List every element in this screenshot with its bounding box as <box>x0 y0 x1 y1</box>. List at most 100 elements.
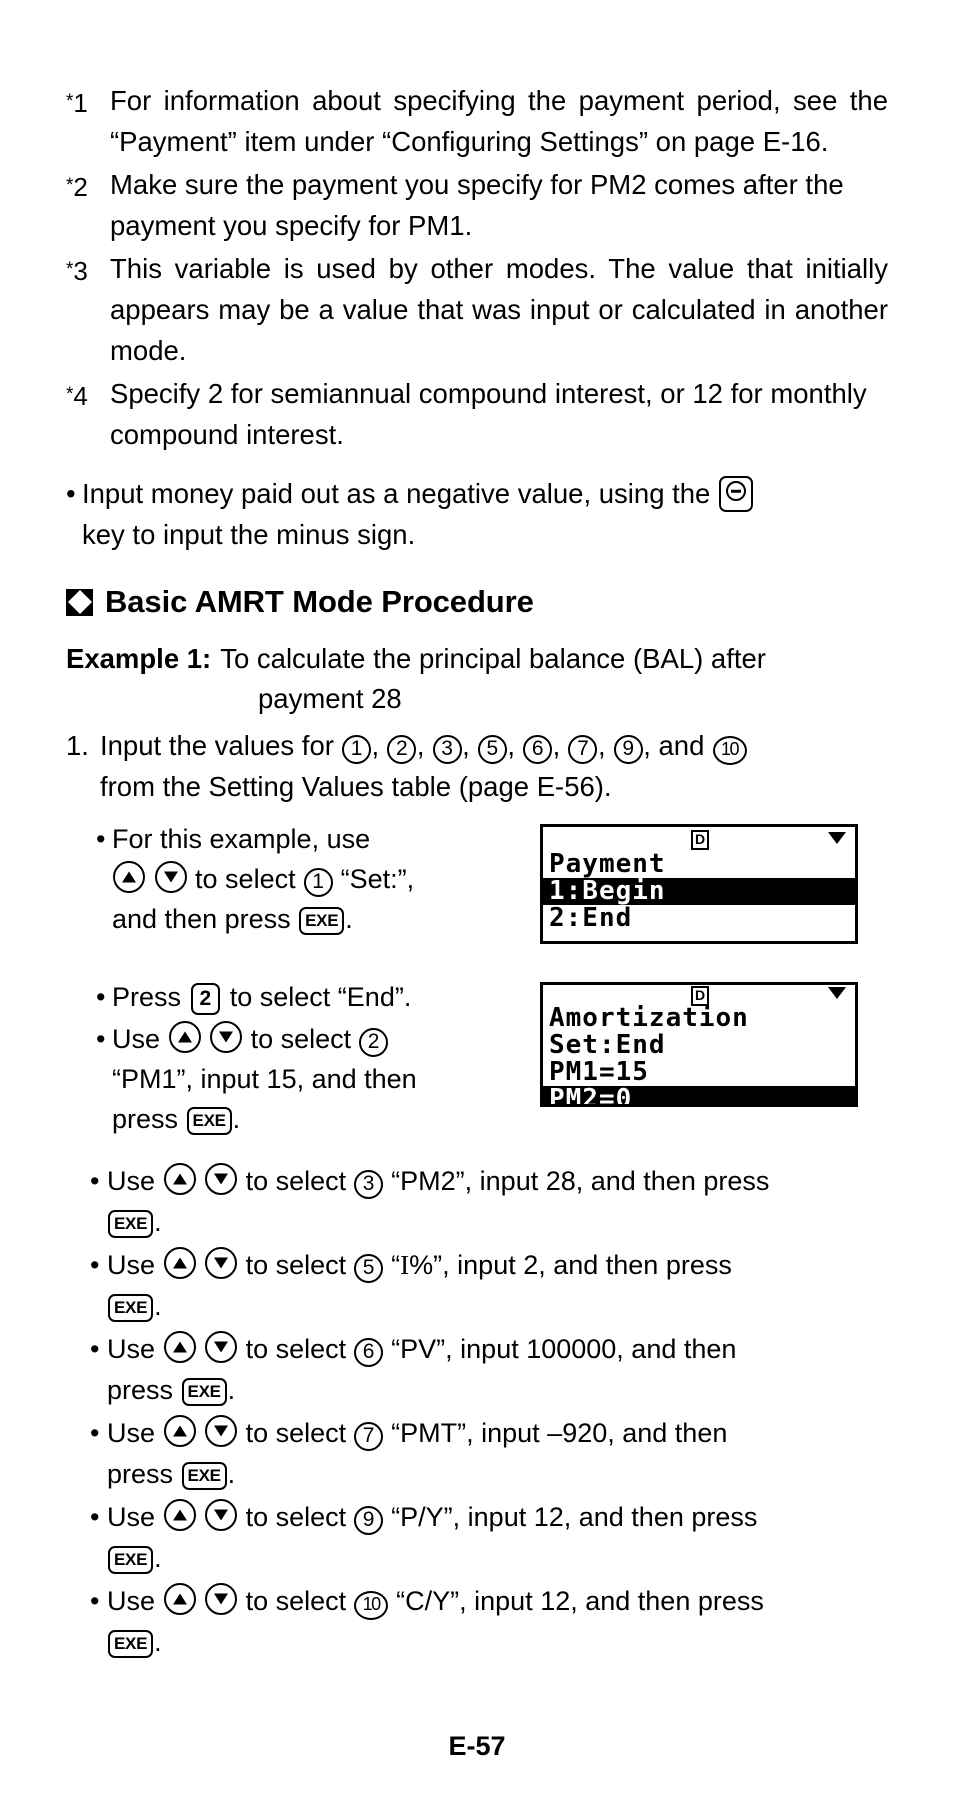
footnote-2: *2 Make sure the payment you specify for… <box>66 164 888 246</box>
wide-bullet-pm2-post: “PM2”, input 28, and then press <box>391 1166 770 1196</box>
lcd-indicator-row: D <box>543 827 855 851</box>
wide-bullet-select-pm2: • Use to select 3 “PM2”, input 28, and t… <box>66 1161 888 1243</box>
lcd-line-option-1-selected: 1:Begin <box>543 878 855 905</box>
footnote-3-text: This variable is used by other modes. Th… <box>110 253 888 366</box>
down-arrow-key-icon <box>205 1247 238 1279</box>
sub-bullet-press-2-end: • Press 2 to select “End”. <box>66 977 466 1017</box>
down-arrow-key-icon <box>205 1499 238 1531</box>
to-select-label: to select <box>245 1250 347 1280</box>
up-arrow-key-icon <box>163 1415 196 1447</box>
exe-key-icon: EXE <box>186 1107 232 1135</box>
negative-value-note: • Input money paid out as a negative val… <box>66 473 888 555</box>
example-line-1: Example 1: To calculate the principal ba… <box>66 639 888 679</box>
wide-bullet-ipercent-post: %”, input 2, and then press <box>409 1250 732 1280</box>
footnote-1-mark: *1 <box>66 88 88 118</box>
section-heading: Basic AMRT Mode Procedure <box>66 585 888 619</box>
step-1-text-a: Input the values for <box>100 730 334 761</box>
lcd-d-indicator-icon: D <box>691 830 710 850</box>
press-label: press <box>112 1104 179 1134</box>
use-label: Use <box>107 1502 156 1532</box>
wide-bullet-pmt-post: “PMT”, input –920, and then <box>391 1418 728 1448</box>
sub-bullet-line2-pre: to select <box>195 864 296 894</box>
up-arrow-key-icon <box>163 1247 196 1279</box>
press-label: press <box>107 1459 174 1489</box>
footnote-2-mark: *2 <box>66 172 88 202</box>
bullet-dot: • <box>90 1502 100 1532</box>
step-1-text: Input the values for 1, 2, 3, 5, 6, 7, 9… <box>100 725 888 807</box>
step-1: 1. Input the values for 1, 2, 3, 5, 6, 7… <box>66 725 888 807</box>
sub-bullets-column: • For this example, use to select 1 “Set… <box>66 819 466 1139</box>
exe-key-icon: EXE <box>108 1294 154 1322</box>
bullet-dot: • <box>66 478 76 509</box>
circled-number-2: 2 <box>387 735 417 764</box>
wide-bullet-cy-post: “C/Y”, input 12, and then press <box>396 1586 764 1616</box>
lcd-screen-payment-setting: D Payment 1:Begin 2:End <box>540 824 858 944</box>
wide-bullet-select-py-text: Use to select 9 “P/Y”, input 12, and the… <box>107 1497 888 1579</box>
circled-number-6: 6 <box>354 1338 384 1367</box>
exe-key-icon: EXE <box>108 1630 154 1658</box>
up-arrow-key-icon <box>163 1331 196 1363</box>
circled-number-10: 10 <box>712 736 747 765</box>
period: . <box>154 1291 162 1321</box>
page-number: E-57 <box>448 1731 506 1761</box>
number-2-key-icon: 2 <box>190 983 221 1015</box>
footnote-3: *3 This variable is used by other modes.… <box>66 248 888 371</box>
footnotes-section: *1 For information about specifying the … <box>66 80 888 455</box>
sub-bullet-select-pm1: • Use to select 2 “PM1”, input 15, and t… <box>66 1019 466 1139</box>
up-arrow-key-icon <box>113 861 145 893</box>
bullet-dot: • <box>90 1166 100 1196</box>
lcd-line-option-2: 2:End <box>549 903 633 933</box>
circled-number-10: 10 <box>354 1591 389 1620</box>
step-1-text-c: from the Setting Values table (page E-56… <box>100 771 612 802</box>
down-arrow-key-icon <box>205 1415 238 1447</box>
sub-bullet-for-this-example: • For this example, use to select 1 “Set… <box>66 819 466 939</box>
circled-number-3: 3 <box>354 1170 384 1199</box>
bullet-dot: • <box>90 1586 100 1616</box>
lcd-line-title: Payment <box>549 849 666 879</box>
to-select-label: to select <box>250 1024 352 1054</box>
bullet-dot: • <box>90 1418 100 1448</box>
down-arrow-key-icon <box>205 1583 238 1615</box>
wide-bullet-select-py: • Use to select 9 “P/Y”, input 12, and t… <box>66 1497 888 1579</box>
sub-bullet-press-2-end-text: Press 2 to select “End”. <box>112 977 466 1017</box>
period: . <box>154 1207 162 1237</box>
circled-number-1: 1 <box>303 868 333 897</box>
use-label: Use <box>107 1334 156 1364</box>
circled-number-1: 1 <box>342 735 372 764</box>
use-label: Use <box>107 1418 156 1448</box>
lcd-line-title: Amortization <box>549 1003 749 1033</box>
wide-bullet-select-pv: • Use to select 6 “PV”, input 100000, an… <box>66 1329 888 1411</box>
period: . <box>154 1627 162 1657</box>
example-label: Example 1: <box>66 643 212 674</box>
exe-key-icon: EXE <box>299 907 345 935</box>
select-end-label: to select “End”. <box>229 982 412 1012</box>
lcd-line-pm1: PM1=15 <box>549 1057 649 1087</box>
bullet-dot: • <box>96 824 106 854</box>
page-footer: E-57 <box>0 1731 954 1762</box>
down-arrow-key-icon <box>205 1331 238 1363</box>
wide-bullet-py-post: “P/Y”, input 12, and then press <box>391 1502 758 1532</box>
quote-open: “ <box>391 1250 401 1280</box>
circled-number-9: 9 <box>354 1506 384 1535</box>
to-select-label: to select <box>245 1418 347 1448</box>
exe-key-icon: EXE <box>181 1378 227 1406</box>
circled-number-9: 9 <box>613 735 643 764</box>
sub-bullets-and-screens: • For this example, use to select 1 “Set… <box>66 819 888 1139</box>
section-heading-text: Basic AMRT Mode Procedure <box>105 584 534 619</box>
footnote-3-mark: *3 <box>66 256 88 286</box>
period: . <box>154 1543 162 1573</box>
example-text-line2: payment 28 <box>258 683 402 714</box>
footnote-1-text: For information about specifying the pay… <box>110 85 888 157</box>
sub-bullet-line2-post: “Set:”, <box>340 864 415 894</box>
diamond-icon <box>66 588 93 616</box>
up-arrow-key-icon <box>163 1583 196 1615</box>
step-1-number: 1. <box>66 730 89 761</box>
use-label: Use <box>107 1586 156 1616</box>
wide-bullet-select-ipercent: • Use to select 5 “I%”, input 2, and the… <box>66 1245 888 1327</box>
wide-bullet-select-ipercent-text: Use to select 5 “I%”, input 2, and then … <box>107 1245 888 1327</box>
wide-bullet-select-pv-text: Use to select 6 “PV”, input 100000, and … <box>107 1329 888 1411</box>
lcd-line-pm2-selected: PM2=0 <box>543 1086 855 1104</box>
negative-note-part2: key to input the minus sign. <box>82 519 416 550</box>
footnote-1: *1 For information about specifying the … <box>66 80 888 162</box>
lcd-down-arrow-indicator-icon <box>828 832 846 844</box>
